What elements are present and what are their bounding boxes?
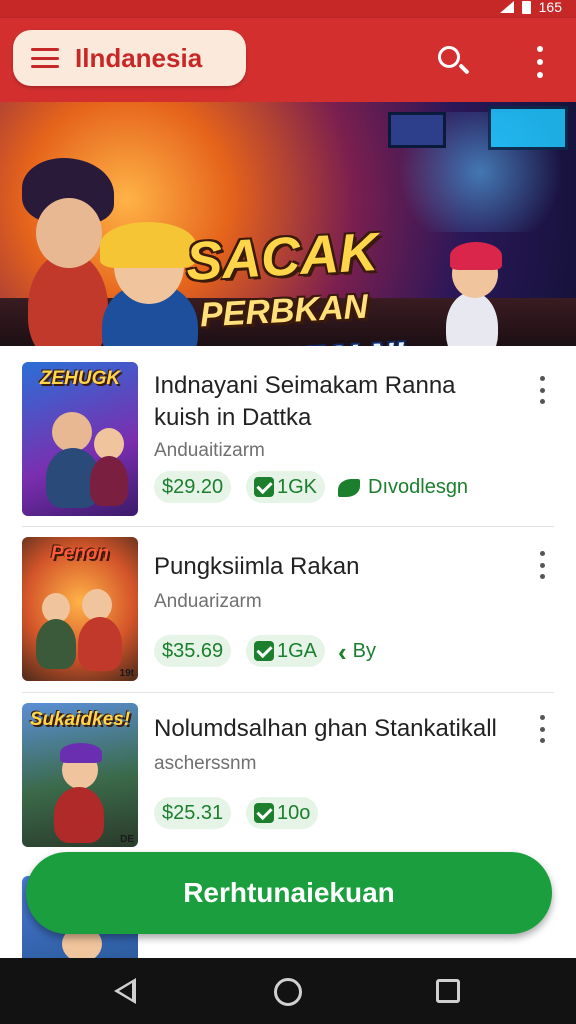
home-icon[interactable] <box>274 978 302 1006</box>
status-bar: 165 <box>0 0 576 18</box>
banner-monitor <box>388 112 446 148</box>
banner-title: SACAK <box>184 222 380 292</box>
list-item[interactable]: ZEHUGK Indnayani Seimakam Ranna kuish in… <box>0 346 576 526</box>
recent-apps-icon[interactable] <box>436 979 460 1003</box>
leaf-icon <box>338 478 360 497</box>
check-icon <box>254 803 274 823</box>
app-title: Nolumdsalhan ghan Stankatikall <box>154 715 497 742</box>
thumbnail-rating: 19t <box>119 668 134 679</box>
category-tag: ‹ By <box>338 636 377 667</box>
count-label: 10o <box>277 801 311 824</box>
check-icon <box>254 641 274 661</box>
search-icon[interactable] <box>434 42 474 82</box>
region-selector[interactable]: Ilndanesia <box>13 30 246 86</box>
app-thumbnail: Penon 19t <box>22 537 138 681</box>
primary-action-label: Rerhtunaiekuan <box>183 877 395 908</box>
list-item[interactable]: Sukaidkes! DE Nolumdsalhan ghan Stankati… <box>0 693 576 858</box>
app-bar: Ilndanesia <box>0 18 576 102</box>
thumbnail-title: Sukaidkes! <box>29 709 131 730</box>
price-label: $25.31 <box>162 801 224 824</box>
count-label: 1GA <box>277 639 318 662</box>
thumbnail-title: Penon <box>50 543 110 564</box>
tag-label: Dıvodlesgn <box>368 476 469 498</box>
battery-icon <box>521 0 531 14</box>
banner-hero-head <box>36 198 102 268</box>
app-title: Indnayani Seimakam Ranna kuish in Dattka <box>154 372 456 431</box>
item-more-icon[interactable] <box>536 376 548 404</box>
status-time: 165 <box>538 0 562 15</box>
thumbnail-title: ZEHUGK <box>39 368 121 389</box>
more-vert-icon[interactable] <box>530 44 550 80</box>
banner-hero-hair <box>100 222 196 268</box>
banner-monitor <box>488 106 568 150</box>
count-badge: 1GK <box>246 471 326 503</box>
app-developer: ascherssnm <box>154 753 257 774</box>
item-more-icon[interactable] <box>536 551 548 579</box>
chevron-left-icon: ‹ <box>338 636 347 667</box>
primary-action-button[interactable]: Rerhtunaiekuan <box>26 852 552 934</box>
region-label: Ilndanesia <box>75 42 203 73</box>
thumbnail-rating: DE <box>120 834 134 845</box>
price-label: $29.20 <box>162 475 224 498</box>
app-thumbnail: ZEHUGK <box>22 362 138 516</box>
app-thumbnail: Sukaidkes! DE <box>22 703 138 847</box>
app-title: Pungksiimla Rakan <box>154 553 360 580</box>
back-icon[interactable] <box>114 978 136 1004</box>
signal-icon <box>499 1 514 13</box>
system-nav-bar <box>0 958 576 1024</box>
tag-label: By <box>352 640 377 662</box>
count-badge: 10o <box>246 797 319 829</box>
category-tag: Dıvodlesgn <box>338 476 468 499</box>
app-developer: Anduaitizarm <box>154 440 265 461</box>
banner-hero-hair <box>450 242 502 270</box>
price-badge: $35.69 <box>154 635 232 667</box>
price-label: $35.69 <box>162 639 224 662</box>
price-badge: $25.31 <box>154 797 232 829</box>
price-badge: $29.20 <box>154 471 232 503</box>
item-more-icon[interactable] <box>536 715 548 743</box>
menu-icon[interactable] <box>31 48 59 68</box>
count-label: 1GK <box>277 475 318 498</box>
promo-banner[interactable]: SACAK PERBKAN PERBAIMIALN! <box>0 102 576 346</box>
app-developer: Anduarizarm <box>154 591 262 612</box>
status-icons: 165 <box>499 0 562 15</box>
list-item[interactable]: Penon 19t Pungksiimla Rakan Anduarizarm … <box>0 527 576 692</box>
count-badge: 1GA <box>246 635 326 667</box>
check-icon <box>254 477 274 497</box>
